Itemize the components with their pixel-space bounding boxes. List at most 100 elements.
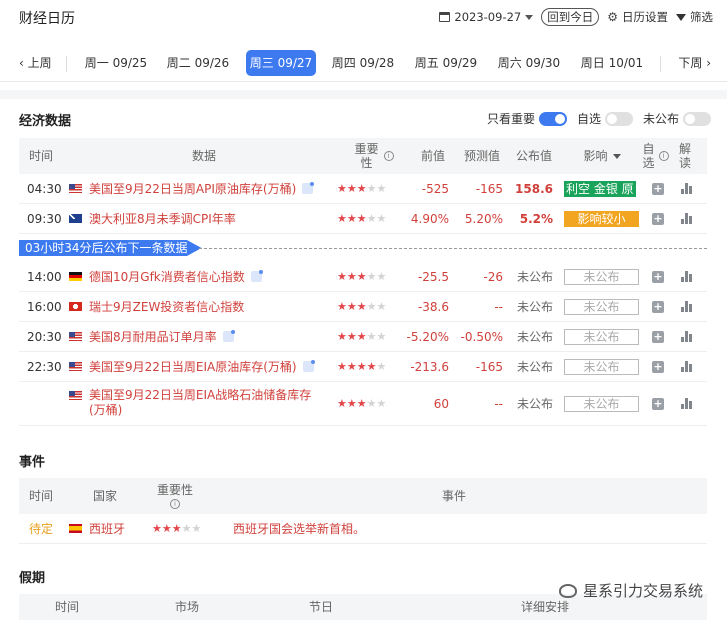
document-icon[interactable] bbox=[302, 360, 315, 372]
row-time: 22:30 bbox=[27, 359, 62, 374]
add-watch-icon[interactable]: + bbox=[652, 212, 664, 225]
toggle-switch[interactable] bbox=[604, 111, 633, 126]
table-row: 04:30 美国至9月22日当周API原油库存(万桶) ★ ★ ★ ★ ★ -525 -165 1… bbox=[19, 174, 707, 204]
events-section-title: 事件 bbox=[19, 455, 46, 470]
row-previous: -213.6 bbox=[410, 359, 449, 374]
info-icon[interactable]: i bbox=[170, 499, 180, 509]
star-icon: ★ bbox=[366, 182, 377, 195]
col-interpret: 解读 bbox=[678, 142, 691, 170]
data-title[interactable]: 澳大利亚8月未季调CPI年率 bbox=[89, 210, 236, 227]
star-icon: ★ bbox=[366, 270, 377, 283]
date-picker[interactable]: 2023-09-27 bbox=[439, 10, 534, 24]
info-icon[interactable]: i bbox=[383, 151, 394, 161]
bar-chart-icon[interactable] bbox=[681, 331, 693, 342]
document-icon[interactable] bbox=[302, 182, 315, 194]
countdown-badge: 03小时34分后公布下一条数据 bbox=[19, 240, 202, 256]
row-forecast: -165 bbox=[475, 181, 503, 196]
row-interpret bbox=[681, 174, 693, 203]
country-name: 西班牙 bbox=[89, 522, 126, 536]
tab-day-4[interactable]: 周五 09/29 bbox=[410, 50, 482, 76]
row-previous: 4.90% bbox=[410, 211, 449, 226]
document-icon[interactable] bbox=[250, 270, 263, 282]
add-watch-icon[interactable]: + bbox=[652, 182, 664, 195]
calendar-settings-button[interactable]: ⚙ 日历设置 bbox=[607, 9, 668, 25]
bar-chart-icon[interactable] bbox=[681, 361, 693, 372]
row-stars: ★ ★ ★ ★ ★ bbox=[337, 382, 386, 425]
star-icon: ★ bbox=[366, 397, 377, 410]
filter-button[interactable]: 筛选 bbox=[676, 9, 713, 25]
gear-icon: ⚙ bbox=[607, 10, 618, 24]
tab-day-2[interactable]: 周三 09/27 bbox=[246, 50, 316, 76]
toggle-switch[interactable] bbox=[683, 111, 711, 126]
star-icon: ★ bbox=[161, 522, 172, 535]
data-title[interactable]: 美国至9月22日当周EIA原油库存(万桶) bbox=[89, 358, 297, 375]
star-icon: ★ bbox=[346, 270, 357, 283]
add-watch-icon[interactable]: + bbox=[652, 397, 664, 410]
impact-badge: 未公布 bbox=[564, 328, 639, 345]
row-interpret bbox=[681, 322, 693, 351]
us-flag-icon bbox=[69, 332, 82, 341]
table-row: 09:30 澳大利亚8月未季调CPI年率 ★ ★ ★ ★ ★ 4.90% 5.20% 5.2% 影响… bbox=[19, 204, 707, 234]
prev-week-button[interactable]: ‹ 上周 bbox=[19, 54, 52, 71]
toggle-important-only[interactable]: 只看重要 bbox=[487, 110, 567, 127]
data-title[interactable]: 美国8月耐用品订单月率 bbox=[89, 328, 217, 345]
event-description: 西班牙国会选举新首相。 bbox=[233, 522, 366, 536]
chevron-down-icon bbox=[612, 153, 621, 159]
next-week-button[interactable]: 下周 › bbox=[678, 54, 711, 71]
bar-chart-icon[interactable] bbox=[681, 398, 693, 409]
add-watch-icon[interactable]: + bbox=[652, 270, 664, 283]
back-to-today-button[interactable]: 回到今日 bbox=[541, 8, 600, 26]
us-flag-icon bbox=[69, 391, 82, 400]
impact-badge: 未公布 bbox=[564, 298, 639, 315]
page-title: 财经日历 bbox=[19, 11, 75, 27]
data-title[interactable]: 美国至9月22日当周API原油库存(万桶) bbox=[89, 180, 296, 197]
row-actual: 未公布 bbox=[516, 397, 553, 411]
tab-day-6[interactable]: 周日 10/01 bbox=[576, 50, 648, 76]
bar-chart-icon[interactable] bbox=[681, 271, 693, 282]
toggle-switch[interactable] bbox=[538, 111, 567, 126]
toggle-watchlist[interactable]: 自选 bbox=[577, 110, 633, 127]
star-icon: ★ bbox=[337, 300, 347, 313]
switzerland-flag-icon bbox=[69, 302, 82, 311]
bar-chart-icon[interactable] bbox=[681, 301, 693, 312]
event-row: 待定 西班牙 ★ ★ ★ ★ ★ 西班牙国会选举新首相。 bbox=[19, 514, 707, 544]
document-icon[interactable] bbox=[222, 330, 235, 342]
col-impact[interactable]: 影响 bbox=[577, 138, 627, 174]
col-previous: 前值 bbox=[420, 149, 445, 163]
table-row: 22:30 美国至9月22日当周EIA原油库存(万桶) ★ ★ ★ ★ ★ -213.6 -16… bbox=[19, 352, 707, 382]
row-watch: + bbox=[652, 322, 664, 351]
star-icon: ★ bbox=[337, 330, 347, 343]
add-watch-icon[interactable]: + bbox=[652, 300, 664, 313]
col-importance: 重要性 i bbox=[153, 478, 197, 514]
bar-chart-icon[interactable] bbox=[681, 183, 693, 194]
star-icon: ★ bbox=[376, 330, 387, 343]
row-impact: 未公布 bbox=[564, 292, 639, 321]
data-title[interactable]: 德国10月Gfk消费者信心指数 bbox=[89, 268, 245, 285]
add-watch-icon[interactable]: + bbox=[652, 360, 664, 373]
add-watch-icon[interactable]: + bbox=[652, 330, 664, 343]
data-title[interactable]: 瑞士9月ZEW投资者信心指数 bbox=[89, 298, 244, 315]
tab-day-0[interactable]: 周一 09/25 bbox=[80, 50, 152, 76]
info-icon[interactable]: i bbox=[658, 151, 669, 161]
data-title[interactable]: 美国至9月22日当周EIA战略石油储备库存 (万桶) bbox=[89, 388, 311, 418]
toggle-unpublished[interactable]: 未公布 bbox=[643, 110, 711, 127]
econ-section-title: 经济数据 bbox=[19, 114, 72, 129]
row-name: 美国至9月22日当周API原油库存(万桶) bbox=[69, 174, 315, 203]
impact-badge: 未公布 bbox=[564, 268, 639, 285]
toggle-label: 未公布 bbox=[642, 112, 679, 126]
prev-week-label: 上周 bbox=[27, 56, 52, 70]
bar-chart-icon[interactable] bbox=[681, 213, 693, 224]
star-icon: ★ bbox=[366, 360, 377, 373]
section-gap bbox=[0, 90, 727, 99]
star-icon: ★ bbox=[356, 397, 367, 410]
row-stars: ★ ★ ★ ★ ★ bbox=[337, 292, 386, 321]
tab-day-5[interactable]: 周六 09/30 bbox=[493, 50, 565, 76]
row-forecast: -- bbox=[494, 396, 503, 411]
holidays-section-title: 假期 bbox=[19, 571, 46, 586]
calendar-icon bbox=[439, 12, 451, 22]
row-actual: 未公布 bbox=[516, 300, 553, 314]
row-actual: 5.2% bbox=[519, 211, 553, 226]
tab-day-3[interactable]: 周四 09/28 bbox=[327, 50, 399, 76]
row-watch: + bbox=[652, 292, 664, 321]
tab-day-1[interactable]: 周二 09/26 bbox=[162, 50, 234, 76]
